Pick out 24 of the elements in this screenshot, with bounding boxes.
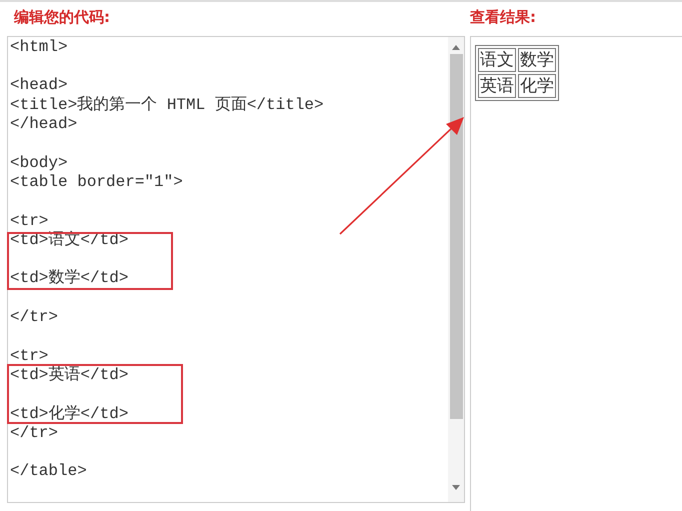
- code-line: <html>: [10, 38, 68, 58]
- scrollbar[interactable]: [448, 36, 464, 502]
- table-cell: 数学: [518, 48, 556, 72]
- code-line: <table border="1">: [10, 172, 183, 192]
- code-line: </table>: [10, 462, 87, 482]
- scroll-thumb[interactable]: [450, 54, 462, 419]
- table-cell: 化学: [518, 74, 556, 98]
- code-line: <td>英语</td>: [10, 366, 128, 386]
- result-heading: 查看结果:: [470, 7, 537, 28]
- table-cell: 英语: [478, 74, 516, 98]
- code-line: <td>化学</td>: [10, 404, 128, 424]
- code-line: <tr>: [10, 346, 48, 366]
- code-line: <body>: [10, 154, 68, 173]
- editor-heading: 编辑您的代码:: [12, 7, 111, 28]
- table-cell: 语文: [478, 48, 516, 72]
- scroll-down-icon[interactable]: [452, 485, 460, 490]
- code-line: </tr>: [10, 308, 58, 328]
- code-line: </tr>: [10, 424, 58, 444]
- code-line: <tr>: [10, 212, 48, 231]
- code-line: <td>数学</td>: [10, 269, 128, 289]
- code-line: <head>: [10, 76, 68, 96]
- scroll-up-icon[interactable]: [452, 44, 460, 50]
- code-line: </head>: [10, 115, 78, 134]
- code-line: <title>我的第一个 HTML 页面</title>: [10, 96, 324, 116]
